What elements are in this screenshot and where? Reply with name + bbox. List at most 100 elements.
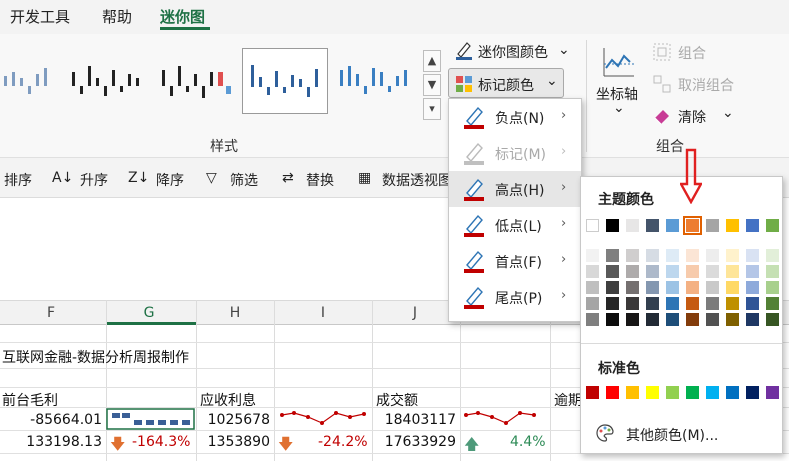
clear-button[interactable]: 清除 <box>678 107 706 127</box>
sort-desc-button[interactable]: 降序 <box>156 170 184 190</box>
standard-color-swatch[interactable] <box>606 386 619 399</box>
theme-shade-swatch[interactable] <box>646 281 659 294</box>
theme-color-swatch[interactable] <box>666 219 679 232</box>
sparkline-k-row1[interactable] <box>462 409 548 429</box>
theme-shade-swatch[interactable] <box>746 265 759 278</box>
theme-shade-swatch[interactable] <box>626 249 639 262</box>
cell-h-row2[interactable]: 1353890 <box>200 434 270 450</box>
theme-shade-swatch[interactable] <box>586 281 599 294</box>
sparkline-color-dropdown-icon[interactable]: ⌄ <box>558 42 570 58</box>
theme-shade-swatch[interactable] <box>706 265 719 278</box>
theme-shade-swatch[interactable] <box>626 313 639 326</box>
theme-shade-swatch[interactable] <box>606 281 619 294</box>
sort-button[interactable]: 排序 <box>4 170 32 190</box>
theme-shade-swatch[interactable] <box>726 313 739 326</box>
cell-j-row1[interactable]: 18403117 <box>376 412 456 428</box>
sparkline-style-1[interactable] <box>0 48 76 114</box>
column-header-f[interactable]: F <box>40 305 62 321</box>
theme-shade-swatch[interactable] <box>606 265 619 278</box>
standard-color-swatch[interactable] <box>686 386 699 399</box>
sparkline-g-row1[interactable] <box>106 408 196 430</box>
theme-shade-swatch[interactable] <box>726 249 739 262</box>
style-more-button[interactable]: ▾ <box>423 98 441 120</box>
tab-developer[interactable]: 开发工具 <box>10 6 70 27</box>
theme-shade-swatch[interactable] <box>746 297 759 310</box>
cell-f-row2[interactable]: 133198.13 <box>4 434 102 450</box>
standard-color-swatch[interactable] <box>746 386 759 399</box>
filter-button[interactable]: 筛选 <box>230 170 258 190</box>
theme-shade-swatch[interactable] <box>646 265 659 278</box>
cell-k-row2[interactable]: 4.4% <box>510 434 546 450</box>
standard-color-swatch[interactable] <box>726 386 739 399</box>
standard-color-swatch[interactable] <box>706 386 719 399</box>
theme-shade-swatch[interactable] <box>766 297 779 310</box>
standard-color-swatch[interactable] <box>666 386 679 399</box>
column-header-i[interactable]: I <box>312 305 334 321</box>
column-header-g[interactable]: G <box>138 305 160 321</box>
standard-color-swatch[interactable] <box>766 386 779 399</box>
theme-shade-swatch[interactable] <box>626 297 639 310</box>
sparkline-i-row1[interactable] <box>278 409 368 429</box>
theme-shade-swatch[interactable] <box>606 249 619 262</box>
cell-i-row2[interactable]: -24.2% <box>318 434 368 450</box>
theme-shade-swatch[interactable] <box>686 281 699 294</box>
sparkline-style-2[interactable] <box>66 48 152 114</box>
theme-shade-swatch[interactable] <box>706 313 719 326</box>
theme-shade-swatch[interactable] <box>586 265 599 278</box>
group-button[interactable]: 组合 <box>678 43 706 63</box>
theme-shade-swatch[interactable] <box>666 265 679 278</box>
theme-shade-swatch[interactable] <box>626 281 639 294</box>
theme-color-swatch[interactable] <box>726 219 739 232</box>
tab-help[interactable]: 帮助 <box>102 6 132 27</box>
menu-item-1[interactable]: 标记(M) › <box>449 135 581 171</box>
theme-shade-swatch[interactable] <box>766 249 779 262</box>
menu-item-3[interactable]: 低点(L) › <box>449 207 581 243</box>
theme-shade-swatch[interactable] <box>666 313 679 326</box>
standard-color-swatch[interactable] <box>586 386 599 399</box>
sparkline-style-4[interactable] <box>242 48 328 114</box>
header-cell-gross-profit[interactable]: 前台毛利 <box>2 390 58 410</box>
theme-shade-swatch[interactable] <box>626 265 639 278</box>
theme-shade-swatch[interactable] <box>686 297 699 310</box>
column-header-h[interactable]: H <box>224 305 246 321</box>
theme-shade-swatch[interactable] <box>666 297 679 310</box>
standard-color-swatch[interactable] <box>626 386 639 399</box>
cell-g-row2[interactable]: -164.3% <box>132 434 190 450</box>
theme-shade-swatch[interactable] <box>666 249 679 262</box>
style-scroll-up-button[interactable]: ▲ <box>423 50 441 72</box>
cell-h-row1[interactable]: 1025678 <box>200 412 270 428</box>
theme-color-swatch[interactable] <box>683 216 702 235</box>
report-title-cell[interactable]: 互联网金融-数据分析周报制作 <box>2 347 189 367</box>
menu-item-4[interactable]: 首点(F) › <box>449 243 581 279</box>
pivot-chart-button[interactable]: 数据透视图 <box>382 170 452 190</box>
header-cell-interest[interactable]: 应收利息 <box>200 390 256 410</box>
theme-shade-swatch[interactable] <box>686 249 699 262</box>
column-header-j[interactable]: J <box>404 305 426 321</box>
theme-color-swatch[interactable] <box>626 219 639 232</box>
theme-shade-swatch[interactable] <box>766 313 779 326</box>
theme-shade-swatch[interactable] <box>746 249 759 262</box>
menu-item-5[interactable]: 尾点(P) › <box>449 279 581 315</box>
header-cell-volume[interactable]: 成交额 <box>376 390 418 410</box>
theme-shade-swatch[interactable] <box>706 297 719 310</box>
theme-color-swatch[interactable] <box>646 219 659 232</box>
axis-dropdown-icon[interactable]: ⌄ <box>613 100 625 116</box>
theme-shade-swatch[interactable] <box>606 297 619 310</box>
theme-color-swatch[interactable] <box>586 219 599 232</box>
theme-color-swatch[interactable] <box>606 219 619 232</box>
theme-shade-swatch[interactable] <box>746 281 759 294</box>
theme-shade-swatch[interactable] <box>766 281 779 294</box>
theme-shade-swatch[interactable] <box>646 297 659 310</box>
theme-color-swatch[interactable] <box>706 219 719 232</box>
theme-shade-swatch[interactable] <box>746 313 759 326</box>
sparkline-color-button[interactable]: 迷你图颜色 <box>478 42 548 62</box>
theme-shade-swatch[interactable] <box>686 313 699 326</box>
theme-shade-swatch[interactable] <box>666 281 679 294</box>
theme-shade-swatch[interactable] <box>646 313 659 326</box>
tab-sparkline[interactable]: 迷你图 <box>160 6 205 27</box>
theme-shade-swatch[interactable] <box>586 313 599 326</box>
sparkline-style-5[interactable] <box>334 48 420 114</box>
theme-shade-swatch[interactable] <box>646 249 659 262</box>
theme-shade-swatch[interactable] <box>586 297 599 310</box>
standard-color-swatch[interactable] <box>646 386 659 399</box>
